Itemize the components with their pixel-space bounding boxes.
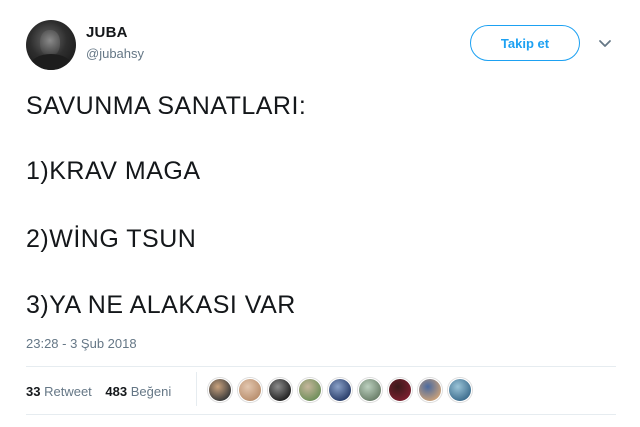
retweet-count: 33 <box>26 384 41 399</box>
author-display-name[interactable]: JUBA <box>86 24 128 41</box>
tweet-timestamp[interactable]: 23:28 - 3 Şub 2018 <box>26 336 137 351</box>
stats-separator <box>196 372 197 406</box>
follow-button[interactable]: Takip et <box>470 25 580 61</box>
liker-avatar[interactable] <box>448 378 472 402</box>
follow-button-label: Takip et <box>500 35 550 51</box>
liker-avatar[interactable] <box>358 378 382 402</box>
liker-avatar[interactable] <box>328 378 352 402</box>
retweet-label: Retweet <box>44 384 92 399</box>
avatar-face <box>40 30 60 56</box>
liker-avatar[interactable] <box>238 378 262 402</box>
author-avatar[interactable] <box>26 20 76 70</box>
tweet-text-line: 2)WİNG TSUN <box>26 225 197 253</box>
tweet-stats: 33 Retweet 483 Beğeni <box>26 384 181 399</box>
tweet-text-line: SAVUNMA SANATLARI: <box>26 92 307 120</box>
liker-avatar[interactable] <box>298 378 322 402</box>
divider <box>26 366 616 367</box>
liker-avatar[interactable] <box>388 378 412 402</box>
liker-avatar[interactable] <box>268 378 292 402</box>
liker-avatar[interactable] <box>208 378 232 402</box>
tweet-text-line: 1)KRAV MAGA <box>26 157 201 185</box>
like-stat[interactable]: 483 Beğeni <box>105 384 171 399</box>
divider <box>26 414 616 415</box>
tweet-text-line: 3)YA NE ALAKASI VAR <box>26 291 296 319</box>
like-count: 483 <box>105 384 128 399</box>
likers-avatar-row <box>208 378 478 404</box>
retweet-stat[interactable]: 33 Retweet <box>26 384 92 399</box>
like-label: Beğeni <box>130 384 172 399</box>
avatar-shoulders <box>30 54 72 70</box>
author-handle[interactable]: @jubahsy <box>86 46 144 61</box>
chevron-down-icon[interactable] <box>596 34 614 52</box>
liker-avatar[interactable] <box>418 378 442 402</box>
